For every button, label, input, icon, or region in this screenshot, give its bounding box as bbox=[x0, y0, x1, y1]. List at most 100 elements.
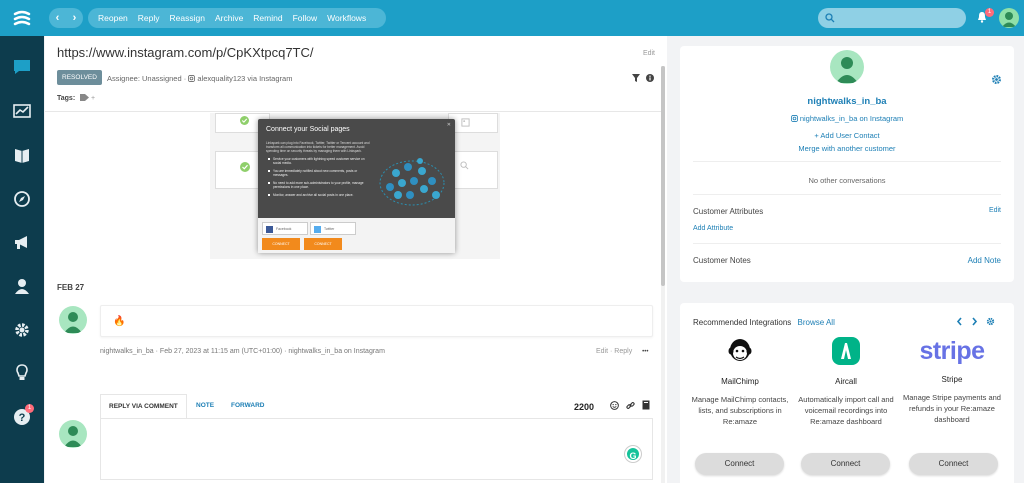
instagram-icon bbox=[790, 115, 798, 122]
scrollbar-thumb[interactable] bbox=[661, 66, 665, 286]
message-actions: Edit · Reply ••• bbox=[596, 348, 649, 355]
customer-attributes-label: Customer Attributes bbox=[693, 207, 764, 216]
character-counter: 2200 bbox=[574, 402, 595, 412]
compass-icon[interactable] bbox=[12, 190, 32, 208]
divider bbox=[693, 161, 1001, 162]
integration-name: MailChimp bbox=[721, 377, 759, 386]
connect-twitter-button: CONNECT bbox=[304, 238, 342, 250]
add-note-link[interactable]: Add Note bbox=[968, 256, 1001, 265]
settings-icon[interactable] bbox=[12, 321, 32, 339]
integrations-title: Recommended Integrations Browse All bbox=[693, 318, 835, 327]
close-icon: ✕ bbox=[446, 122, 451, 128]
add-user-contact-link[interactable]: + Add User Contact bbox=[680, 131, 1014, 140]
workflows-button[interactable]: Workflows bbox=[327, 13, 366, 23]
customer-name: nightwalks_in_ba bbox=[807, 96, 887, 107]
more-icon[interactable]: ••• bbox=[642, 349, 648, 355]
divider bbox=[693, 243, 1001, 244]
social-network-cloud-icon bbox=[379, 158, 445, 206]
tag-add[interactable]: + bbox=[80, 94, 95, 102]
browse-all-link[interactable]: Browse All bbox=[798, 318, 835, 327]
tab-reply-via-comment[interactable]: REPLY VIA COMMENT bbox=[100, 394, 187, 418]
filter-icon[interactable] bbox=[632, 74, 640, 82]
instagram-icon bbox=[188, 75, 196, 82]
connect-facebook-button: CONNECT bbox=[262, 238, 300, 250]
archive-button[interactable]: Archive bbox=[215, 13, 243, 23]
reply-textarea[interactable] bbox=[100, 418, 653, 480]
add-attribute-link[interactable]: Add Attribute bbox=[693, 225, 733, 232]
customer-handle[interactable]: nightwalks_in_ba on Instagram bbox=[680, 114, 1014, 123]
knowledge-book-icon[interactable] bbox=[12, 146, 32, 164]
follow-button[interactable]: Follow bbox=[293, 13, 318, 23]
merge-customer-link[interactable]: Merge with another customer bbox=[680, 144, 1014, 153]
aircall-logo-icon bbox=[832, 337, 860, 365]
tag-plus: + bbox=[90, 95, 96, 102]
user-avatar[interactable] bbox=[999, 8, 1019, 28]
edit-title-link[interactable]: Edit bbox=[643, 50, 655, 57]
tab-forward[interactable]: FORWARD bbox=[231, 394, 264, 418]
twitter-label: Twitter bbox=[324, 227, 335, 231]
integration-name: Aircall bbox=[835, 377, 857, 386]
tag-icon bbox=[80, 94, 89, 101]
divider bbox=[693, 194, 1001, 195]
modal-intro: Linkspark can plug into Facebook, Twitte… bbox=[266, 141, 370, 153]
header-divider bbox=[45, 111, 663, 112]
connect-aircall-button[interactable]: Connect bbox=[801, 453, 890, 475]
svg-text:?: ? bbox=[19, 412, 26, 424]
emoji-icon[interactable] bbox=[610, 401, 619, 410]
grammarly-icon[interactable]: G bbox=[625, 446, 641, 462]
gear-icon[interactable] bbox=[991, 74, 1002, 85]
top-bar: ‹ › Reopen Reply Reassign Archive Remind… bbox=[0, 0, 1024, 36]
integrations-panel: Recommended Integrations Browse All Mail… bbox=[680, 303, 1014, 483]
image-card bbox=[448, 151, 498, 189]
scrollbar[interactable] bbox=[661, 66, 665, 483]
customer-avatar bbox=[830, 50, 864, 84]
reopen-button[interactable]: Reopen bbox=[98, 13, 128, 23]
gear-icon[interactable] bbox=[986, 317, 995, 326]
search-input[interactable] bbox=[818, 8, 966, 28]
customer-avatar[interactable] bbox=[59, 306, 87, 334]
chat-icon[interactable] bbox=[12, 58, 32, 76]
reply-tabs: REPLY VIA COMMENT NOTE FORWARD bbox=[100, 394, 653, 418]
modal-title: Connect your Social pages bbox=[266, 126, 350, 133]
customer-notes-label: Customer Notes bbox=[693, 256, 751, 265]
conversation-panel: https://www.instagram.com/p/CpKXtpcq7TC/… bbox=[45, 36, 667, 483]
facebook-label: Facebook bbox=[276, 227, 292, 231]
assignee-label[interactable]: Assignee: Unassigned · bbox=[107, 74, 188, 83]
tab-note[interactable]: NOTE bbox=[196, 394, 214, 418]
analytics-icon[interactable] bbox=[12, 102, 32, 120]
help-badge: 1 bbox=[25, 404, 34, 413]
message-edit-link[interactable]: Edit bbox=[596, 348, 608, 355]
connect-mailchimp-button[interactable]: Connect bbox=[695, 453, 784, 475]
twitter-option: Twitter bbox=[310, 222, 356, 235]
connect-social-modal: Connect your Social pages ✕ Linkspark ca… bbox=[258, 119, 455, 253]
status-badge[interactable]: RESOLVED bbox=[57, 70, 102, 85]
lightbulb-icon[interactable] bbox=[12, 364, 32, 382]
info-icon[interactable] bbox=[646, 74, 654, 82]
reply-button[interactable]: Reply bbox=[138, 13, 160, 23]
sidebar: ? 1 bbox=[0, 36, 44, 483]
connect-stripe-button[interactable]: Connect bbox=[909, 453, 998, 475]
modal-bullets: Service your customers with lightning sp… bbox=[268, 157, 373, 201]
reamaze-logo-icon[interactable] bbox=[12, 10, 32, 26]
link-icon[interactable] bbox=[626, 401, 635, 410]
integrations-title-text: Recommended Integrations bbox=[693, 318, 792, 327]
reassign-button[interactable]: Reassign bbox=[170, 13, 205, 23]
next-arrow-icon[interactable]: › bbox=[73, 12, 77, 24]
message-reply-link[interactable]: Reply bbox=[614, 348, 632, 355]
integration-description: Manage MailChimp contacts, lists, and su… bbox=[691, 395, 789, 426]
chevron-right-icon[interactable] bbox=[971, 317, 978, 326]
search-icon bbox=[460, 161, 469, 170]
date-divider: FEB 27 bbox=[57, 283, 85, 292]
chevron-left-icon[interactable] bbox=[956, 317, 963, 326]
integration-description: Manage Stripe payments and refunds in yo… bbox=[903, 393, 1001, 424]
megaphone-icon[interactable] bbox=[12, 233, 32, 251]
check-icon bbox=[240, 116, 249, 125]
search-icon bbox=[825, 13, 835, 23]
contacts-icon[interactable] bbox=[12, 277, 32, 295]
remind-button[interactable]: Remind bbox=[253, 13, 282, 23]
list-item: You are immediately notified about new c… bbox=[268, 169, 373, 177]
book-icon[interactable] bbox=[642, 400, 650, 410]
mailchimp-logo-icon bbox=[728, 339, 752, 361]
attributes-edit-link[interactable]: Edit bbox=[989, 207, 1001, 214]
prev-arrow-icon[interactable]: ‹ bbox=[56, 12, 60, 24]
